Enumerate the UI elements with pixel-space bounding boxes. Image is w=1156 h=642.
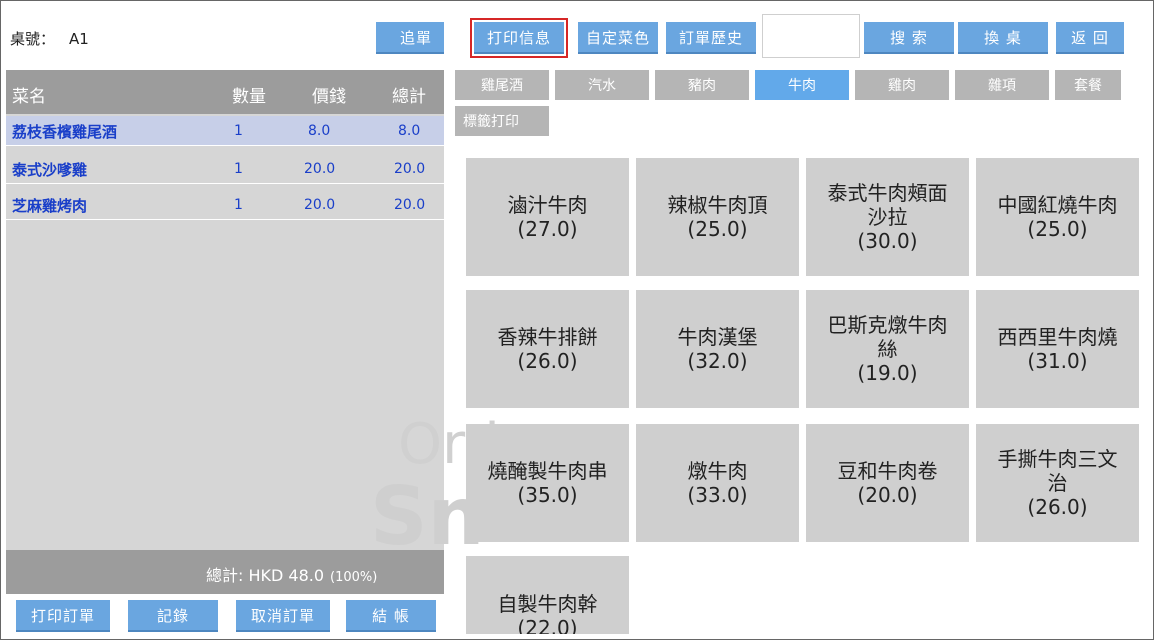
category-tab-set-meal[interactable]: 套餐 <box>1055 70 1121 100</box>
order-item-row[interactable]: 荔枝香檳雞尾酒 1 8.0 8.0 <box>6 116 444 146</box>
add-order-button[interactable]: 追單 <box>376 22 444 54</box>
dish-tile[interactable]: 燒醃製牛肉串 (35.0) <box>466 424 629 542</box>
dish-tile[interactable]: 牛肉漢堡 (32.0) <box>636 290 799 408</box>
dish-price: (22.0) <box>517 616 578 634</box>
dish-tile[interactable]: 辣椒牛肉頂 (25.0) <box>636 158 799 276</box>
custom-dish-button[interactable]: 自定菜色 <box>578 22 658 54</box>
dish-name: 西西里牛肉燒 <box>997 325 1118 349</box>
category-tab-beef[interactable]: 牛肉 <box>755 70 849 100</box>
dish-name: 豆和牛肉卷 <box>837 459 938 483</box>
order-total-percent: (100%) <box>330 570 378 585</box>
dish-name: 辣椒牛肉頂 <box>667 193 768 217</box>
order-history-button[interactable]: 訂單歷史 <box>666 22 756 54</box>
dish-name: 巴斯克燉牛肉 絲 <box>827 313 948 361</box>
dish-name: 手撕牛肉三文 治 <box>997 447 1118 495</box>
order-item-total: 8.0 <box>398 123 421 139</box>
dish-price: (31.0) <box>1027 349 1088 373</box>
column-total: 總計 <box>392 87 426 107</box>
search-box[interactable] <box>762 14 860 58</box>
print-order-button[interactable]: 打印訂單 <box>16 600 110 632</box>
dish-name: 泰式牛肉頰面 沙拉 <box>827 181 948 229</box>
dish-price: (35.0) <box>517 483 578 507</box>
dish-name: 中國紅燒牛肉 <box>997 193 1118 217</box>
order-item-qty: 1 <box>234 123 243 139</box>
dish-price: (20.0) <box>857 483 918 507</box>
order-item-name: 荔枝香檳雞尾酒 <box>12 123 118 141</box>
order-table-header: 菜名 數量 價錢 總計 <box>6 70 444 114</box>
dish-tile[interactable]: 自製牛肉幹 (22.0) <box>466 556 629 634</box>
dish-tile[interactable]: 巴斯克燉牛肉 絲 (19.0) <box>806 290 969 408</box>
order-item-row[interactable]: 芝麻雞烤肉 1 20.0 20.0 <box>6 190 444 220</box>
dish-tile[interactable]: 中國紅燒牛肉 (25.0) <box>976 158 1139 276</box>
category-tab-pork[interactable]: 豬肉 <box>655 70 749 100</box>
dish-price: (25.0) <box>1027 217 1088 241</box>
table-label: 桌號： <box>10 30 56 48</box>
dish-price: (26.0) <box>517 349 578 373</box>
dish-price: (19.0) <box>857 361 918 385</box>
dish-tile[interactable]: 滷汁牛肉 (27.0) <box>466 158 629 276</box>
records-button[interactable]: 記錄 <box>128 600 218 632</box>
search-input[interactable] <box>763 15 859 57</box>
order-item-name: 泰式沙嗲雞 <box>12 161 88 179</box>
category-tab-soda[interactable]: 汽水 <box>555 70 649 100</box>
order-item-qty: 1 <box>234 161 243 177</box>
order-item-price: 20.0 <box>304 197 336 213</box>
dish-tile[interactable]: 豆和牛肉卷 (20.0) <box>806 424 969 542</box>
dish-price: (33.0) <box>687 483 748 507</box>
cancel-order-button[interactable]: 取消訂單 <box>236 600 330 632</box>
column-qty: 數量 <box>232 87 266 107</box>
category-tab-cocktail[interactable]: 雞尾酒 <box>455 70 549 100</box>
order-item-price: 20.0 <box>304 161 336 177</box>
dish-tile[interactable]: 燉牛肉 (33.0) <box>636 424 799 542</box>
order-item-row[interactable]: 泰式沙嗲雞 1 20.0 20.0 <box>6 154 444 184</box>
order-item-price: 8.0 <box>308 123 331 139</box>
dish-price: (27.0) <box>517 217 578 241</box>
dish-name: 牛肉漢堡 <box>677 325 758 349</box>
order-total-bar: 總計: HKD 48.0 (100%) <box>6 550 444 594</box>
order-total-label: 總計: HKD 48.0 <box>206 566 325 585</box>
dish-price: (25.0) <box>687 217 748 241</box>
table-value: A1 <box>69 30 89 48</box>
print-info-button[interactable]: 打印信息 <box>470 18 568 58</box>
dish-price: (30.0) <box>857 229 918 253</box>
checkout-button[interactable]: 結 帳 <box>346 600 436 632</box>
order-item-name: 芝麻雞烤肉 <box>12 197 88 215</box>
order-item-total: 20.0 <box>394 197 426 213</box>
order-item-qty: 1 <box>234 197 243 213</box>
dish-name: 燉牛肉 <box>687 459 748 483</box>
dish-name: 燒醃製牛肉串 <box>487 459 608 483</box>
table-number: 桌號： A1 <box>10 28 89 49</box>
dish-name: 滷汁牛肉 <box>507 193 588 217</box>
back-button[interactable]: 返 回 <box>1056 22 1124 54</box>
dish-tile[interactable]: 泰式牛肉頰面 沙拉 (30.0) <box>806 158 969 276</box>
category-tab-chicken[interactable]: 雞肉 <box>855 70 949 100</box>
dish-tile[interactable]: 香辣牛排餅 (26.0) <box>466 290 629 408</box>
change-table-button[interactable]: 換 桌 <box>958 22 1048 54</box>
category-tab-label-print[interactable]: 標籤打印 <box>455 106 549 136</box>
column-name: 菜名 <box>12 87 46 107</box>
category-tab-misc[interactable]: 雜項 <box>955 70 1049 100</box>
order-item-total: 20.0 <box>394 161 426 177</box>
dish-price: (32.0) <box>687 349 748 373</box>
search-button[interactable]: 搜 索 <box>864 22 954 54</box>
dish-tile[interactable]: 手撕牛肉三文 治 (26.0) <box>976 424 1139 542</box>
dish-tile[interactable]: 西西里牛肉燒 (31.0) <box>976 290 1139 408</box>
dish-name: 自製牛肉幹 <box>497 592 598 616</box>
column-price: 價錢 <box>312 87 346 107</box>
dish-name: 香辣牛排餅 <box>497 325 598 349</box>
dish-price: (26.0) <box>1027 495 1088 519</box>
